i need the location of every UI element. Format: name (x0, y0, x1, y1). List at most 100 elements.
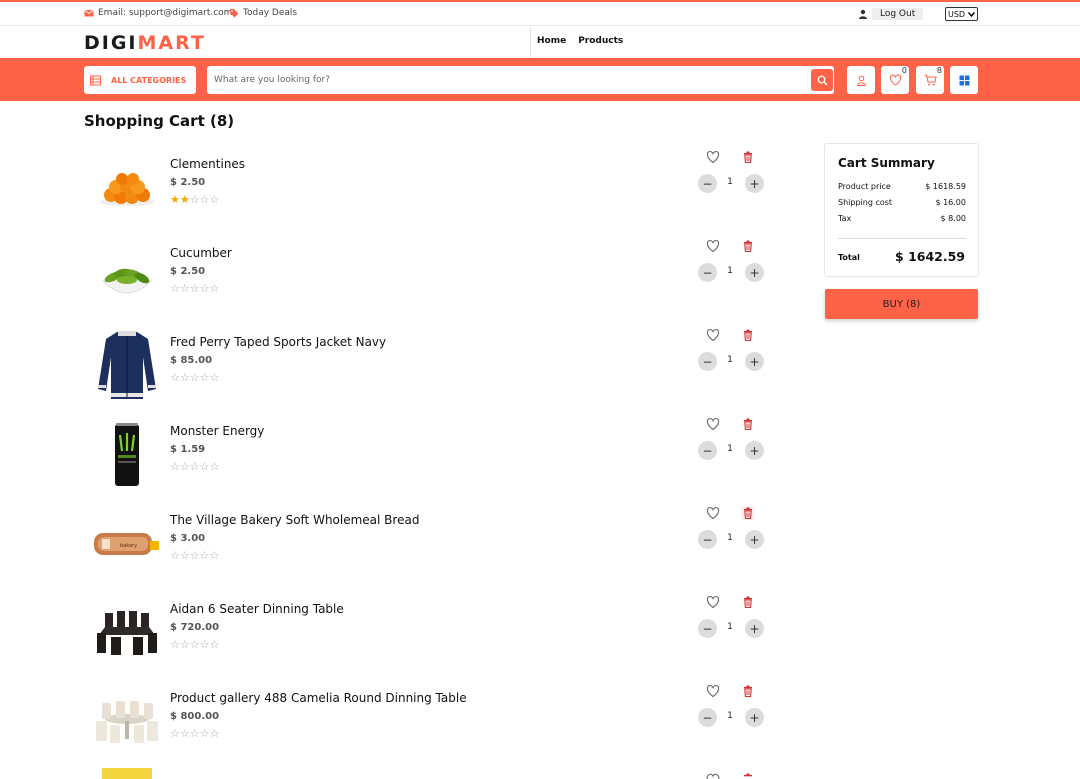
delete-trash-icon[interactable] (741, 684, 755, 698)
nav-products[interactable]: Products (578, 36, 623, 46)
wishlist-button[interactable]: 0 (881, 66, 909, 94)
decrease-qty-button[interactable]: − (698, 530, 717, 549)
delete-trash-icon[interactable] (741, 417, 755, 431)
product-image-partial[interactable] (102, 768, 152, 779)
increase-qty-button[interactable]: + (745, 441, 764, 460)
cart-count: 8 (936, 66, 942, 75)
cart-summary-title: Cart Summary (838, 156, 935, 170)
delete-trash-icon[interactable] (741, 595, 755, 609)
wishlist-heart-icon[interactable] (706, 773, 720, 779)
product-name[interactable]: Monster Energy (170, 424, 264, 438)
logout-button[interactable]: Log Out (872, 8, 924, 20)
total-value: $ 1642.59 (895, 249, 965, 264)
site-logo[interactable]: DIGIMART (84, 32, 206, 54)
product-image-dining-table[interactable] (92, 595, 162, 670)
decrease-qty-button[interactable]: − (698, 174, 717, 193)
wishlist-count: 0 (901, 66, 907, 75)
nav-divider (530, 27, 531, 59)
currency-select[interactable]: USD (945, 7, 978, 21)
product-price: $ 800.00 (170, 711, 220, 722)
dining-table-image (97, 610, 157, 655)
product-price: $ 1.59 (170, 444, 206, 455)
increase-qty-button[interactable]: + (745, 619, 764, 638)
delete-trash-icon[interactable] (741, 506, 755, 520)
rating-stars: ☆☆☆☆☆ (170, 282, 219, 295)
product-name[interactable]: Clementines (170, 157, 245, 171)
increase-qty-button[interactable]: + (745, 530, 764, 549)
tag-icon (230, 9, 239, 18)
increase-qty-button[interactable]: + (745, 352, 764, 371)
wishlist-heart-icon[interactable] (706, 684, 720, 698)
tax-value: $ 8.00 (940, 214, 966, 223)
cart-icon (924, 74, 937, 86)
logo-part-2: MART (137, 32, 206, 54)
quantity-value: 1 (727, 177, 733, 187)
quantity-value: 1 (727, 355, 733, 365)
dashboard-button[interactable] (950, 66, 978, 94)
increase-qty-button[interactable]: + (745, 263, 764, 282)
rating-stars: ☆☆☆☆☆ (170, 638, 219, 651)
increase-qty-button[interactable]: + (745, 708, 764, 727)
quantity-value: 1 (727, 266, 733, 276)
product-name[interactable]: Aidan 6 Seater Dinning Table (170, 602, 344, 616)
monster-can-image (115, 422, 139, 486)
decrease-qty-button[interactable]: − (698, 619, 717, 638)
wishlist-heart-icon[interactable] (706, 328, 720, 342)
decrease-qty-button[interactable]: − (698, 352, 717, 371)
delete-trash-icon[interactable] (741, 773, 755, 779)
delete-trash-icon[interactable] (741, 239, 755, 253)
search-input[interactable] (207, 66, 807, 94)
nav-home[interactable]: Home (537, 36, 566, 46)
star-outline-icon: ☆☆☆☆☆ (170, 282, 220, 295)
all-categories-button[interactable]: ALL CATEGORIES (84, 66, 196, 94)
delete-trash-icon[interactable] (741, 328, 755, 342)
product-price: $ 3.00 (170, 533, 206, 544)
star-outline-icon: ☆☆☆☆☆ (170, 638, 220, 651)
logo-part-1: DIGI (84, 32, 138, 54)
product-name[interactable]: Fred Perry Taped Sports Jacket Navy (170, 335, 386, 349)
star-icon: ★★ (170, 193, 190, 206)
wishlist-heart-icon[interactable] (706, 417, 720, 431)
top-bar: Email: support@digimart.com Today Deals … (0, 2, 1080, 26)
buy-button[interactable]: BUY (8) (825, 289, 978, 319)
delete-trash-icon[interactable] (741, 150, 755, 164)
product-image-jacket[interactable] (92, 328, 162, 403)
product-image-clementines[interactable] (92, 150, 162, 225)
product-image-bread[interactable]: bakery (92, 506, 162, 581)
cart-button[interactable]: 8 (916, 66, 944, 94)
search-box (207, 66, 834, 94)
mail-icon (84, 9, 94, 17)
shipping-value: $ 16.00 (935, 198, 966, 207)
account-button[interactable] (847, 66, 875, 94)
product-image-round-table[interactable] (92, 684, 162, 759)
increase-qty-button[interactable]: + (745, 174, 764, 193)
today-deals-link[interactable]: Today Deals (229, 8, 297, 18)
round-table-image (96, 700, 158, 743)
support-email: Email: support@digimart.com (84, 8, 232, 18)
product-name[interactable]: The Village Bakery Soft Wholemeal Bread (170, 513, 419, 527)
product-price: $ 720.00 (170, 622, 220, 633)
wishlist-heart-icon[interactable] (706, 506, 720, 520)
svg-text:bakery: bakery (120, 543, 137, 549)
wishlist-heart-icon[interactable] (706, 595, 720, 609)
cart-item: Clementines $ 2.50 ★★☆☆☆ − 1 + (84, 150, 774, 239)
decrease-qty-button[interactable]: − (698, 441, 717, 460)
shipping-label: Shipping cost (838, 198, 893, 207)
wishlist-heart-icon[interactable] (706, 239, 720, 253)
bread-image: bakery (94, 532, 159, 555)
wishlist-heart-icon[interactable] (706, 150, 720, 164)
clementines-image (100, 172, 154, 206)
rating-stars: ★★☆☆☆ (170, 193, 219, 206)
search-button[interactable] (811, 69, 833, 91)
logout-area: Log Out (858, 8, 924, 20)
summary-row-shipping: Shipping cost $ 16.00 (838, 198, 966, 207)
product-name[interactable]: Product gallery 488 Camelia Round Dinnin… (170, 691, 467, 705)
product-price-value: $ 1618.59 (925, 182, 966, 191)
decrease-qty-button[interactable]: − (698, 263, 717, 282)
product-name[interactable]: Cucumber (170, 246, 232, 260)
decrease-qty-button[interactable]: − (698, 708, 717, 727)
cart-item: Monster Energy $ 1.59 ☆☆☆☆☆ − 1 + (84, 417, 774, 506)
product-image-monster[interactable] (92, 417, 162, 492)
summary-row-product-price: Product price $ 1618.59 (838, 182, 966, 191)
product-image-cucumber[interactable] (92, 239, 162, 314)
